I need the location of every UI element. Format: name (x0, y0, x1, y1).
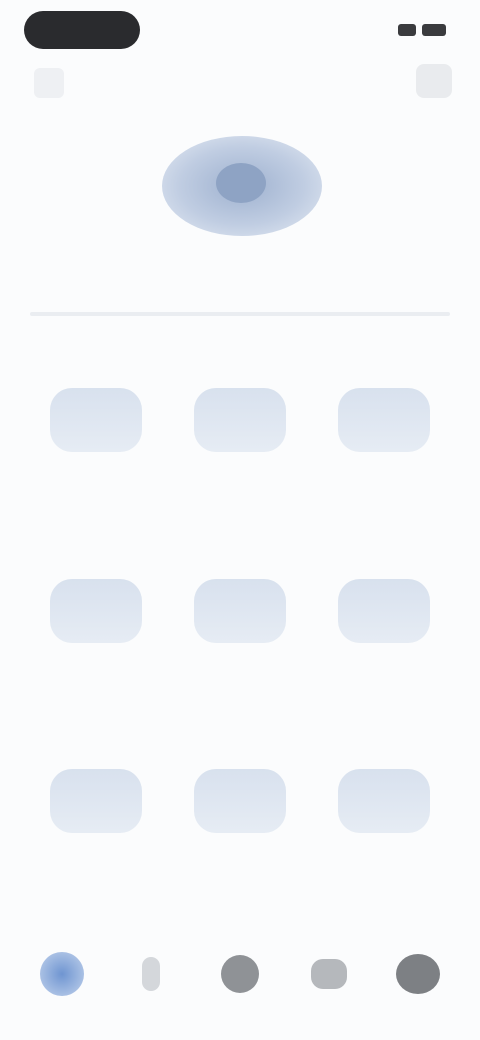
tile-label (61, 685, 131, 699)
tile-label (61, 494, 131, 508)
tile-label (349, 875, 419, 889)
tile-icon (338, 578, 430, 643)
person-icon (142, 957, 160, 991)
grid-tile[interactable] (168, 541, 312, 732)
tile-icon (194, 578, 286, 643)
nav-item-camera[interactable] (214, 948, 266, 1000)
tile-label (205, 494, 275, 508)
tile-label (349, 685, 419, 699)
tile-label (349, 494, 419, 508)
grid-tile[interactable] (168, 731, 312, 922)
status-indicators (398, 20, 446, 40)
home-icon (40, 952, 84, 996)
tile-icon (194, 769, 286, 834)
grid-tile[interactable] (168, 350, 312, 541)
tile-icon (338, 388, 430, 452)
back-icon[interactable] (34, 68, 64, 98)
grid-tile[interactable] (312, 731, 456, 922)
grid-tile[interactable] (24, 350, 168, 541)
tile-label (205, 685, 275, 699)
menu-icon[interactable] (416, 64, 452, 98)
tile-icon (194, 388, 286, 452)
tile-icon (50, 578, 142, 643)
nav-item-settings[interactable] (392, 948, 444, 1000)
grid-tile[interactable] (312, 541, 456, 732)
grid-tile[interactable] (312, 350, 456, 541)
grid-tile[interactable] (24, 541, 168, 732)
signal-icon (398, 24, 416, 36)
tile-label (61, 875, 131, 889)
feature-grid (24, 350, 456, 922)
grid-tile[interactable] (24, 731, 168, 922)
tile-icon (50, 769, 142, 834)
tile-icon (50, 388, 142, 452)
nav-item-chat[interactable] (303, 948, 355, 1000)
camera-icon (221, 955, 259, 993)
bottom-nav (36, 944, 444, 1004)
settings-icon (396, 954, 440, 994)
avatar-icon (216, 163, 266, 203)
tile-label (205, 875, 275, 889)
chat-icon (311, 959, 347, 989)
battery-icon (422, 24, 446, 36)
nav-item-person[interactable] (125, 948, 177, 1000)
tile-icon (338, 769, 430, 834)
divider (30, 312, 450, 316)
status-bar-pill (24, 11, 140, 49)
nav-item-home[interactable] (36, 948, 88, 1000)
